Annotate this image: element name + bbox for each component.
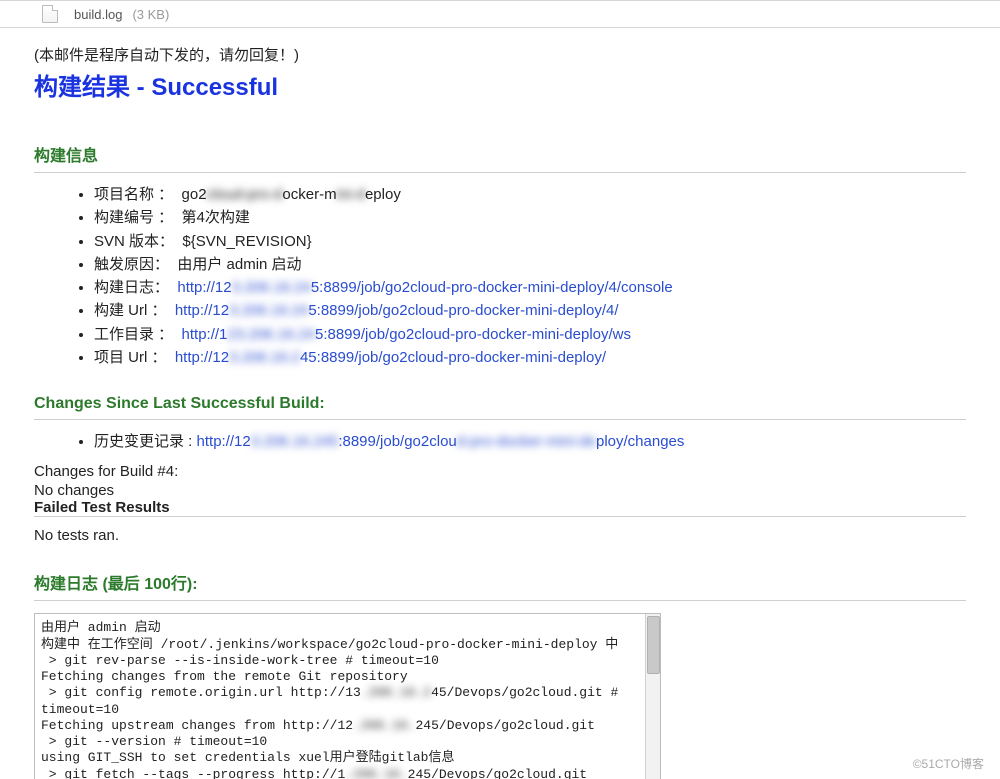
value-project-name: go2cloud-pro-docker-mini-deploy (182, 186, 401, 203)
section-changes: Changes Since Last Successful Build: (34, 395, 966, 413)
list-item: 构建日志： http://123.206.16.245:8899/job/go2… (94, 276, 966, 299)
list-item: 历史变更记录 : http://123.206.16.245:8899/job/… (94, 430, 966, 453)
no-tests-text: No tests ran. (34, 527, 966, 544)
attachment-bar: build.log (3 KB) (0, 0, 1000, 28)
scrollbar-thumb[interactable] (647, 616, 660, 674)
value-svn-rev: ${SVN_REVISION} (182, 233, 311, 250)
link-work-dir[interactable]: http://123.206.16.245:8899/job/go2cloud-… (182, 326, 631, 343)
divider (34, 600, 966, 601)
email-body: (本邮件是程序自动下发的，请勿回复！) 构建结果 - Successful 构建… (0, 28, 1000, 779)
value-build-number: 第4次构建 (182, 209, 250, 226)
section-build-log-tail: 构建日志 (最后 100行): (34, 570, 966, 594)
label-work-dir: 工作目录 ： (94, 326, 173, 343)
list-item: 构建编号 ： 第4次构建 (94, 206, 966, 229)
label-project-name: 项目名称 ： (94, 186, 173, 203)
scrollbar-vertical[interactable] (645, 614, 660, 779)
divider (34, 172, 966, 173)
label-build-url: 构建 Url ： (94, 302, 167, 319)
list-item: 触发原因： 由用户 admin 启动 (94, 253, 966, 276)
file-icon (42, 5, 58, 23)
list-item: 项目 Url ： http://123.206.16.245:8899/job/… (94, 346, 966, 369)
label-project-url: 项目 Url ： (94, 349, 167, 366)
value-trigger: 由用户 admin 启动 (177, 256, 301, 273)
build-log-viewport: 由用户 admin 启动 构建中 在工作空间 /root/.jenkins/wo… (34, 613, 661, 779)
build-info-list: 项目名称 ： go2cloud-pro-docker-mini-deploy 构… (34, 183, 966, 369)
watermark-text: ©51CTO博客 (907, 754, 990, 773)
label-build-log: 构建日志： (94, 279, 169, 296)
list-item: 构建 Url ： http://123.206.16.245:8899/job/… (94, 299, 966, 322)
attachment-filename[interactable]: build.log (74, 7, 122, 22)
section-build-info: 构建信息 (34, 142, 966, 166)
link-build-log[interactable]: http://123.206.16.245:8899/job/go2cloud-… (177, 279, 672, 296)
link-history[interactable]: http://123.206.16.245:8899/job/go2cloud-… (197, 433, 685, 450)
label-history: 历史变更记录 : (94, 433, 192, 450)
divider (34, 516, 966, 517)
divider (34, 419, 966, 420)
auto-reply-note: (本邮件是程序自动下发的，请勿回复！) (34, 44, 966, 65)
list-item: 工作目录 ： http://123.206.16.245:8899/job/go… (94, 323, 966, 346)
attachment-filesize: (3 KB) (132, 7, 169, 22)
list-item: 项目名称 ： go2cloud-pro-docker-mini-deploy (94, 183, 966, 206)
label-trigger: 触发原因： (94, 256, 169, 273)
changes-for-build: Changes for Build #4: (34, 463, 966, 480)
link-project-url[interactable]: http://123.206.16.245:8899/job/go2cloud-… (175, 349, 606, 366)
changes-list: 历史变更记录 : http://123.206.16.245:8899/job/… (34, 430, 966, 453)
label-build-number: 构建编号 ： (94, 209, 173, 226)
list-item: SVN 版本： ${SVN_REVISION} (94, 230, 966, 253)
label-svn-rev: SVN 版本： (94, 233, 174, 250)
section-failed-tests: Failed Test Results (34, 499, 966, 516)
link-build-url[interactable]: http://123.206.16.245:8899/job/go2cloud-… (175, 302, 619, 319)
no-changes-text: No changes (34, 482, 966, 499)
build-result-title: 构建结果 - Successful (34, 67, 966, 102)
build-log-content[interactable]: 由用户 admin 启动 构建中 在工作空间 /root/.jenkins/wo… (35, 614, 646, 779)
